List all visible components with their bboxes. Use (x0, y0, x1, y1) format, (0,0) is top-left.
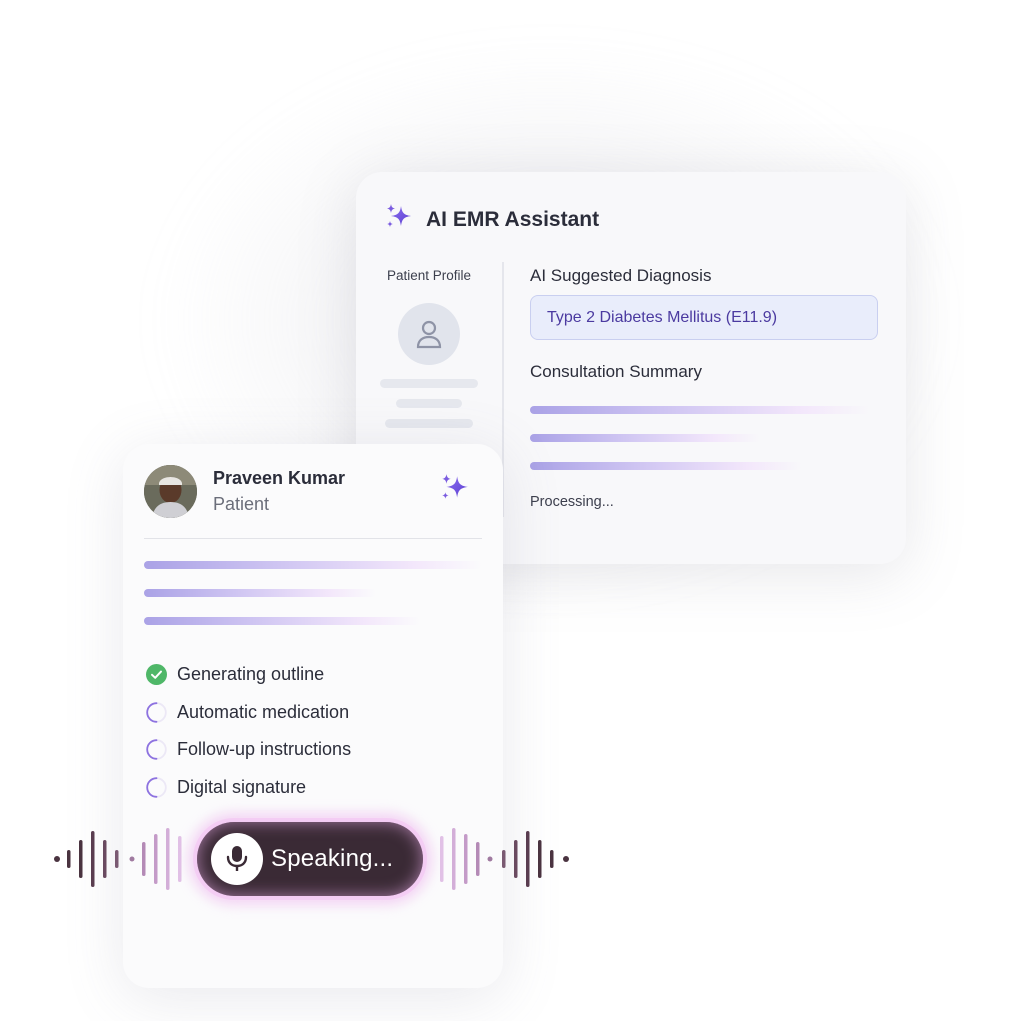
sparkle-icon (439, 472, 471, 509)
diagnosis-value[interactable]: Type 2 Diabetes Mellitus (E11.9) (530, 295, 878, 340)
summary-skeleton-line (530, 462, 802, 470)
task-item: Follow-up instructions (146, 731, 351, 769)
note-skeleton-line (144, 561, 482, 569)
patient-role: Patient (213, 494, 270, 514)
waveform-right-icon (440, 828, 569, 890)
placeholder-line (380, 379, 478, 388)
speaking-button[interactable]: Speaking... (197, 822, 423, 896)
check-circle-icon (146, 664, 167, 686)
consultation-summary-label: Consultation Summary (530, 362, 702, 381)
task-label: Follow-up instructions (177, 739, 352, 760)
horizontal-divider (144, 538, 482, 539)
loading-spinner-icon (146, 739, 167, 760)
sparkle-icon (384, 202, 414, 237)
diagnosis-label: AI Suggested Diagnosis (530, 266, 712, 285)
microphone-icon (211, 833, 263, 885)
loading-spinner-icon (146, 702, 167, 723)
emr-title: AI EMR Assistant (426, 207, 600, 231)
task-item: Automatic medication (146, 694, 351, 732)
waveform-left-icon (54, 828, 182, 890)
patient-name: Praveen Kumar (213, 468, 346, 488)
summary-skeleton-line (530, 406, 870, 414)
task-item: Generating outline (146, 656, 351, 694)
patient-profile-label: Patient Profile (386, 268, 472, 283)
task-label: Generating outline (177, 664, 325, 685)
loading-spinner-icon (146, 777, 167, 798)
note-skeleton-line (144, 589, 376, 597)
processing-status: Processing... (530, 494, 614, 510)
task-list: Generating outline Automatic medication … (146, 656, 351, 806)
avatar (144, 465, 197, 518)
task-item: Digital signature (146, 769, 351, 807)
note-skeleton-line (144, 617, 420, 625)
emr-header: AI EMR Assistant (384, 202, 599, 237)
placeholder-line (385, 419, 473, 428)
patient-card: Praveen Kumar Patient Generating outline… (123, 444, 503, 988)
placeholder-line (396, 399, 462, 408)
speaking-status: Speaking... (271, 845, 394, 872)
user-icon (398, 303, 460, 365)
summary-skeleton-line (530, 434, 760, 442)
task-label: Automatic medication (177, 701, 350, 722)
patient-profile-panel: Patient Profile (356, 268, 502, 428)
task-label: Digital signature (177, 776, 307, 797)
